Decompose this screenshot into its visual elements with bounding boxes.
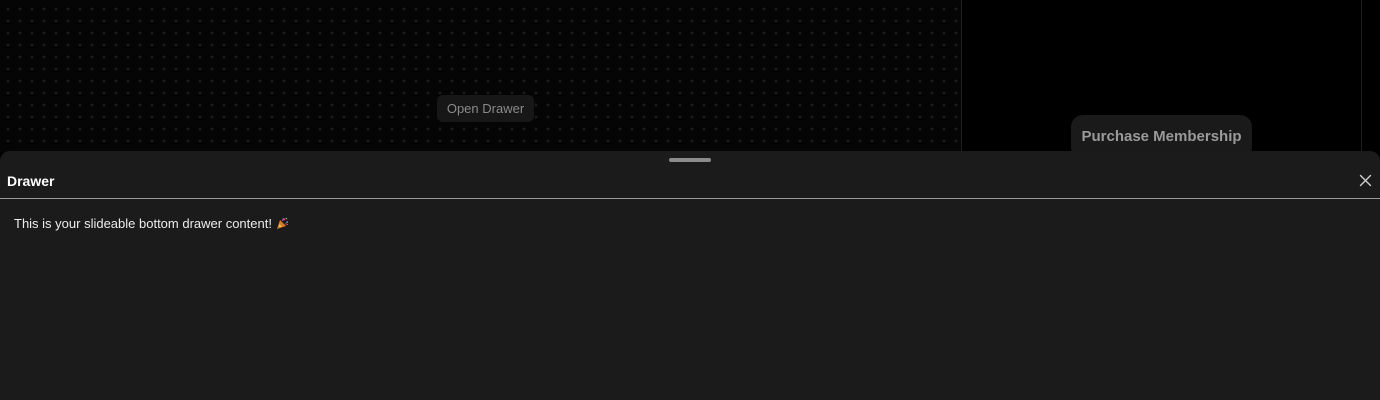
drawer-content: This is your slideable bottom drawer con… xyxy=(14,216,289,233)
drawer-header: Drawer xyxy=(0,167,1380,199)
vertical-divider-right xyxy=(1361,0,1362,152)
close-icon xyxy=(1359,174,1372,187)
party-popper-icon xyxy=(276,217,289,233)
drawer-drag-handle[interactable] xyxy=(669,158,711,162)
bottom-drawer: Drawer This is your slideable bottom dra… xyxy=(0,151,1380,400)
dotted-preview-area: Open Drawer xyxy=(0,0,961,152)
page: Open Drawer Purchase Membership Drawer T… xyxy=(0,0,1380,400)
drawer-content-text: This is your slideable bottom drawer con… xyxy=(14,216,272,231)
drawer-close-button[interactable] xyxy=(1357,172,1374,189)
drawer-title: Drawer xyxy=(7,173,55,189)
open-drawer-button[interactable]: Open Drawer xyxy=(437,95,534,122)
